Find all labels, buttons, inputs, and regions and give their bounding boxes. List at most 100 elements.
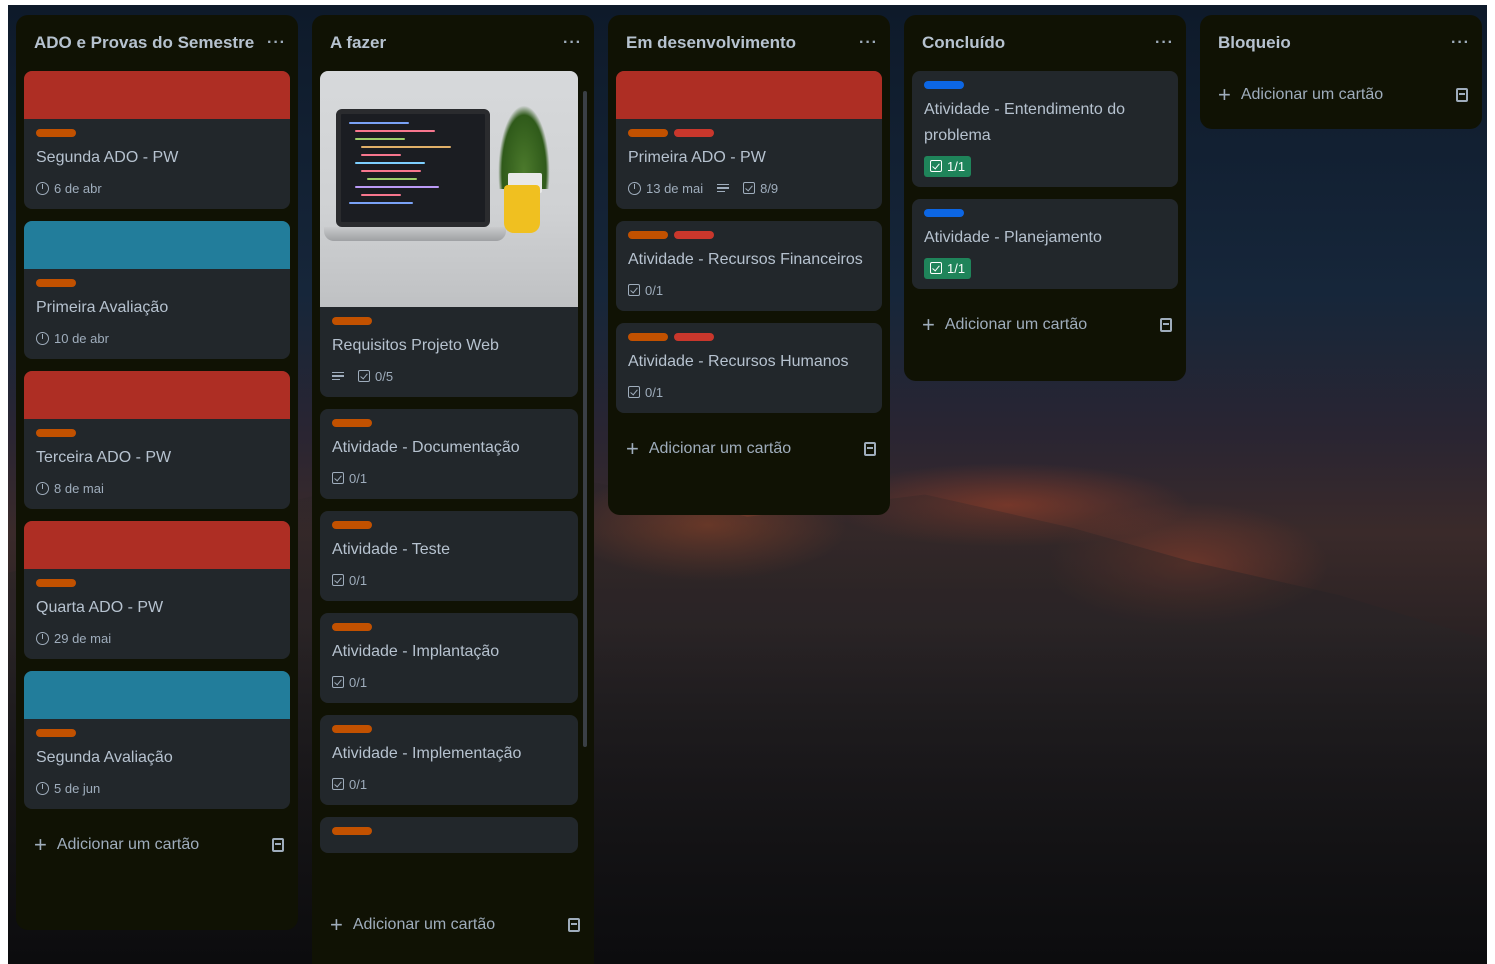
label-orange[interactable]: [332, 827, 372, 835]
label-orange[interactable]: [36, 729, 76, 737]
clock-icon: [628, 181, 641, 195]
due-date-badge[interactable]: 5 de jun: [36, 781, 100, 796]
label-orange[interactable]: [332, 317, 372, 325]
add-card-button[interactable]: + Adicionar um cartão: [312, 901, 594, 949]
checklist-badge: 8/9: [743, 181, 778, 196]
due-date-badge[interactable]: 29 de mai: [36, 631, 111, 646]
description-badge: [332, 371, 344, 381]
card[interactable]: Atividade - Implantação 0/1: [320, 613, 578, 703]
label-orange[interactable]: [332, 725, 372, 733]
label-red[interactable]: [674, 333, 714, 341]
due-date-badge[interactable]: 8 de mai: [36, 481, 104, 496]
card-title: Atividade - Recursos Humanos: [628, 353, 849, 370]
card[interactable]: Atividade - Teste 0/1: [320, 511, 578, 601]
plus-icon: +: [922, 312, 935, 337]
card[interactable]: Quarta ADO - PW 29 de mai: [24, 521, 290, 659]
template-icon[interactable]: [1456, 88, 1468, 102]
plus-icon: +: [1218, 82, 1231, 107]
label-orange[interactable]: [332, 623, 372, 631]
list-title[interactable]: Bloqueio: [1218, 33, 1291, 53]
list-title[interactable]: ADO e Provas do Semestre: [34, 33, 254, 53]
label-red[interactable]: [674, 231, 714, 239]
checklist-icon: [930, 160, 942, 172]
card-title: Atividade - Implantação: [332, 643, 500, 660]
label-orange[interactable]: [628, 231, 668, 239]
card[interactable]: Atividade - Recursos Financeiros 0/1: [616, 221, 882, 311]
description-icon: [332, 371, 344, 381]
label-orange[interactable]: [36, 579, 76, 587]
card[interactable]: Atividade - Planejamento 1/1: [912, 199, 1178, 289]
description-badge: [717, 183, 730, 193]
card-title: Requisitos Projeto Web: [332, 337, 499, 354]
label-orange[interactable]: [36, 279, 76, 287]
list-menu-icon[interactable]: ···: [563, 34, 582, 52]
card-title: Quarta ADO - PW: [36, 599, 164, 616]
card[interactable]: Atividade - Recursos Humanos 0/1: [616, 323, 882, 413]
label-orange[interactable]: [332, 419, 372, 427]
checklist-badge: 0/1: [332, 573, 367, 588]
add-card-label: Adicionar um cartão: [944, 316, 1088, 333]
label-orange[interactable]: [628, 129, 668, 137]
add-card-button[interactable]: + Adicionar um cartão: [608, 425, 890, 473]
due-date-badge[interactable]: 13 de mai: [628, 181, 703, 196]
list-ado-provas: ADO e Provas do Semestre ··· Segunda ADO…: [16, 15, 298, 930]
card[interactable]: Requisitos Projeto Web 0/5: [320, 71, 578, 397]
due-date: 5 de jun: [54, 780, 101, 796]
label-red[interactable]: [674, 129, 714, 137]
card[interactable]: Segunda Avaliação 5 de jun: [24, 671, 290, 809]
add-card-label: Adicionar um cartão: [352, 916, 496, 933]
label-orange[interactable]: [36, 429, 76, 437]
card[interactable]: Terceira ADO - PW 8 de mai: [24, 371, 290, 509]
card[interactable]: Atividade - Entendimento do problema 1/1: [912, 71, 1178, 187]
label-blue[interactable]: [924, 81, 964, 89]
card[interactable]: Primeira ADO - PW 13 de mai 8/9: [616, 71, 882, 209]
template-icon[interactable]: [1160, 318, 1172, 332]
plus-icon: +: [34, 832, 47, 857]
label-blue[interactable]: [924, 209, 964, 217]
card-cover: [24, 521, 290, 569]
checklist-badge: 0/1: [332, 777, 367, 792]
due-date: 8 de mai: [54, 480, 104, 496]
due-date-badge[interactable]: 6 de abr: [36, 181, 102, 196]
card[interactable]: Primeira Avaliação 10 de abr: [24, 221, 290, 359]
checklist-complete-badge: 1/1: [924, 257, 972, 279]
checklist-count: 0/1: [349, 674, 368, 690]
list-scrollbar[interactable]: [582, 81, 588, 901]
label-orange[interactable]: [332, 521, 372, 529]
scrollbar-thumb[interactable]: [583, 91, 587, 747]
add-card-button[interactable]: + Adicionar um cartão: [1200, 71, 1482, 119]
card-cover: [616, 71, 882, 119]
checklist-badge: 0/1: [332, 675, 367, 690]
label-orange[interactable]: [628, 333, 668, 341]
label-orange[interactable]: [36, 129, 76, 137]
checklist-count: 8/9: [760, 180, 779, 196]
cards-scroll-area: Requisitos Projeto Web 0/5 Atividade - D…: [312, 71, 594, 901]
due-date-badge[interactable]: 10 de abr: [36, 331, 109, 346]
template-icon[interactable]: [864, 442, 876, 456]
card[interactable]: Segunda ADO - PW 6 de abr: [24, 71, 290, 209]
card[interactable]: Atividade - Implementação 0/1: [320, 715, 578, 805]
checklist-icon: [930, 262, 942, 274]
list-menu-icon[interactable]: ···: [1155, 34, 1174, 52]
list-title[interactable]: Em desenvolvimento: [626, 33, 796, 53]
add-card-button[interactable]: + Adicionar um cartão: [904, 301, 1186, 349]
list-concluido: Concluído ··· Atividade - Entendimento d…: [904, 15, 1186, 381]
list-em-desenvolvimento: Em desenvolvimento ··· Primeira ADO - PW…: [608, 15, 890, 515]
template-icon[interactable]: [568, 918, 580, 932]
checklist-count: 0/1: [645, 384, 664, 400]
card-cover: [24, 671, 290, 719]
list-header: ADO e Provas do Semestre ···: [16, 15, 298, 71]
list-menu-icon[interactable]: ···: [267, 34, 286, 52]
list-menu-icon[interactable]: ···: [859, 34, 878, 52]
plus-icon: +: [626, 436, 639, 461]
card[interactable]: [320, 817, 578, 853]
checklist-badge: 0/1: [628, 283, 663, 298]
checklist-badge: 0/1: [332, 471, 367, 486]
add-card-button[interactable]: + Adicionar um cartão: [16, 821, 298, 869]
board: ADO e Provas do Semestre ··· Segunda ADO…: [8, 5, 1487, 964]
template-icon[interactable]: [272, 838, 284, 852]
list-title[interactable]: A fazer: [330, 33, 386, 53]
list-menu-icon[interactable]: ···: [1451, 34, 1470, 52]
list-title[interactable]: Concluído: [922, 33, 1005, 53]
card[interactable]: Atividade - Documentação 0/1: [320, 409, 578, 499]
